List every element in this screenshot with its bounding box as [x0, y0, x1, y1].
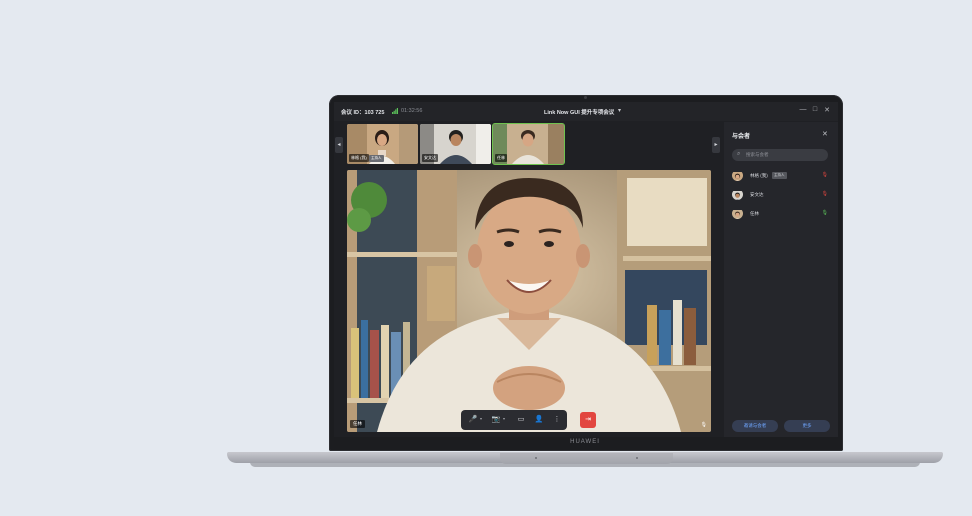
- meeting-id: 会议 ID：103 725: [341, 110, 385, 116]
- share-screen-button[interactable]: ▭: [515, 414, 527, 426]
- participant-thumbnail-strip: ◂ 林格 (我) 主持人 安文达 任林 ▸: [334, 122, 724, 170]
- hinge-dot-right: [636, 457, 638, 459]
- speaker-video-feed: [347, 170, 711, 432]
- participants-panel: 与会者 ✕ ⌕ 搜索与会者 林格 (我) 主持人 🎙 安文达 🎙 任林 🎙 邀请…: [724, 122, 838, 437]
- maximize-button[interactable]: □: [810, 106, 820, 113]
- strip-prev-button[interactable]: ◂: [335, 137, 343, 153]
- participant-row[interactable]: 任林 🎙: [732, 208, 830, 220]
- minimize-button[interactable]: —: [798, 106, 808, 113]
- avatar: [732, 170, 743, 181]
- invite-participants-button[interactable]: 邀请与会者: [732, 420, 778, 432]
- more-button[interactable]: 更多: [784, 420, 830, 432]
- strip-next-button[interactable]: ▸: [712, 137, 720, 153]
- laptop-brand-label: HUAWEI: [570, 439, 600, 445]
- more-options-button[interactable]: ⋮: [551, 414, 563, 426]
- camera-options-chevron-icon[interactable]: ▾: [503, 416, 505, 421]
- thumbnail-participant-1[interactable]: 林格 (我) 主持人: [347, 124, 418, 164]
- participants-button[interactable]: 👤: [533, 414, 545, 426]
- thumbnail-participant-2[interactable]: 安文达: [420, 124, 491, 164]
- microphone-active-icon: 🎙: [821, 210, 828, 216]
- meeting-app-window: 会议 ID：103 725 01:32:56 Link Now GUI 提升专项…: [334, 102, 838, 437]
- mic-options-chevron-icon[interactable]: ▾: [480, 416, 482, 421]
- signal-icon: [392, 108, 398, 114]
- microphone-icon: 🎙: [700, 422, 707, 428]
- mute-microphone-button[interactable]: 🎤: [467, 414, 479, 426]
- participant-name: 任林: [750, 211, 759, 216]
- main-speaker-video: 任林 🎙: [347, 170, 711, 432]
- laptop-hinge-notch: [500, 453, 673, 464]
- search-icon: ⌕: [737, 151, 741, 157]
- thumbnail-name-label: 安文达: [422, 154, 438, 162]
- title-bar: 会议 ID：103 725 01:32:56 Link Now GUI 提升专项…: [334, 102, 838, 121]
- hinge-dot-left: [535, 457, 537, 459]
- microphone-muted-icon: 🎙: [821, 172, 828, 178]
- meeting-control-bar: 🎤 ▾ 📷 ▾ ▭ 👤 ⋮: [461, 410, 567, 430]
- main-speaker-name: 任林: [350, 420, 365, 428]
- avatar: [732, 189, 743, 200]
- participant-row[interactable]: 林格 (我) 主持人 🎙: [732, 170, 830, 182]
- close-panel-button[interactable]: ✕: [822, 130, 828, 138]
- thumbnail-name-label: 林格 (我): [349, 154, 369, 162]
- webcam-dot: [584, 96, 587, 99]
- leave-meeting-button[interactable]: ⇥: [580, 412, 596, 428]
- microphone-muted-icon: 🎙: [821, 191, 828, 197]
- chevron-down-icon[interactable]: ▾: [618, 107, 621, 114]
- meeting-duration: 01:32:56: [401, 108, 423, 114]
- avatar: [732, 208, 743, 219]
- close-window-button[interactable]: ✕: [822, 106, 832, 114]
- toggle-camera-button[interactable]: 📷: [490, 414, 502, 426]
- meeting-title[interactable]: Link Now GUI 提升专项会议: [544, 108, 614, 116]
- thumbnail-participant-3-active[interactable]: 任林: [492, 123, 565, 165]
- participant-row[interactable]: 安文达 🎙: [732, 189, 830, 201]
- participant-name: 林格 (我): [750, 173, 768, 178]
- search-placeholder: 搜索与会者: [746, 152, 769, 157]
- host-badge: 主持人: [369, 155, 384, 162]
- host-badge: 主持人: [772, 172, 787, 179]
- thumbnail-name-label: 任林: [495, 154, 507, 162]
- panel-title: 与会者: [732, 134, 751, 140]
- participant-name: 安文达: [750, 192, 764, 197]
- participant-search-input[interactable]: ⌕ 搜索与会者: [732, 149, 828, 161]
